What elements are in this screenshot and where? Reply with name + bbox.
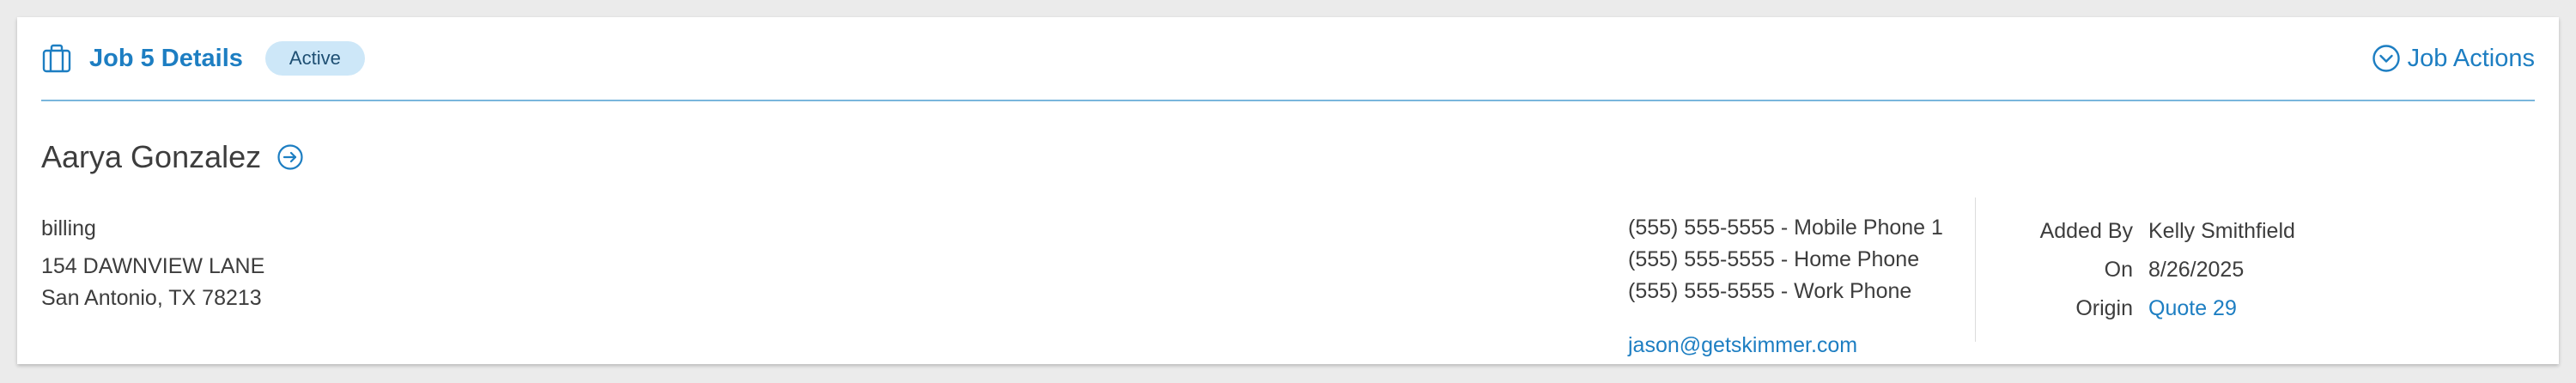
job-actions-button[interactable]: Job Actions	[2372, 44, 2535, 73]
origin-link[interactable]: Quote 29	[2148, 289, 2237, 328]
meta-origin: Origin Quote 29	[1992, 289, 2295, 328]
meta-on: On 8/26/2025	[1992, 251, 2295, 289]
added-by-label: Added By	[2039, 219, 2133, 243]
phone-work: (555) 555-5555 - Work Phone	[1628, 279, 1912, 303]
billing-label: billing	[41, 216, 96, 240]
on-label: On	[2104, 258, 2133, 282]
address-line-2: San Antonio, TX 78213	[41, 286, 262, 310]
vertical-divider	[1975, 198, 1976, 342]
added-by-value: Kelly Smithfield	[2148, 219, 2295, 243]
phone-mobile: (555) 555-5555 - Mobile Phone 1	[1628, 216, 1943, 240]
briefcase-icon	[41, 43, 72, 74]
address-line-1: 154 DAWNVIEW LANE	[41, 254, 265, 278]
meta-added-by: Added By Kelly Smithfield	[1992, 212, 2295, 251]
status-badge: Active	[264, 41, 365, 76]
chevron-down-icon	[2372, 45, 2400, 72]
job-meta: Added By Kelly Smithfield On 8/26/2025 O…	[1992, 212, 2295, 328]
on-value: 8/26/2025	[2148, 258, 2245, 282]
customer-row: Aarya Gonzalez	[41, 142, 304, 173]
job-header: Job 5 Details Active Job Actions	[41, 17, 2535, 101]
job-actions-label: Job Actions	[2407, 44, 2535, 72]
arrow-right-circle-icon[interactable]	[276, 143, 304, 171]
billing-address: billing 154 DAWNVIEW LANE San Antonio, T…	[41, 213, 264, 314]
phone-home: (555) 555-5555 - Home Phone	[1628, 247, 1920, 271]
email-link[interactable]: jason@getskimmer.com	[1628, 330, 1943, 362]
page-title: Job 5 Details	[89, 44, 243, 72]
job-details-card: Job 5 Details Active Job Actions Aarya G…	[17, 17, 2559, 364]
customer-name: Aarya Gonzalez	[41, 139, 262, 174]
origin-label: Origin	[2075, 296, 2133, 320]
contact-info: (555) 555-5555 - Mobile Phone 1 (555) 55…	[1628, 212, 1943, 362]
